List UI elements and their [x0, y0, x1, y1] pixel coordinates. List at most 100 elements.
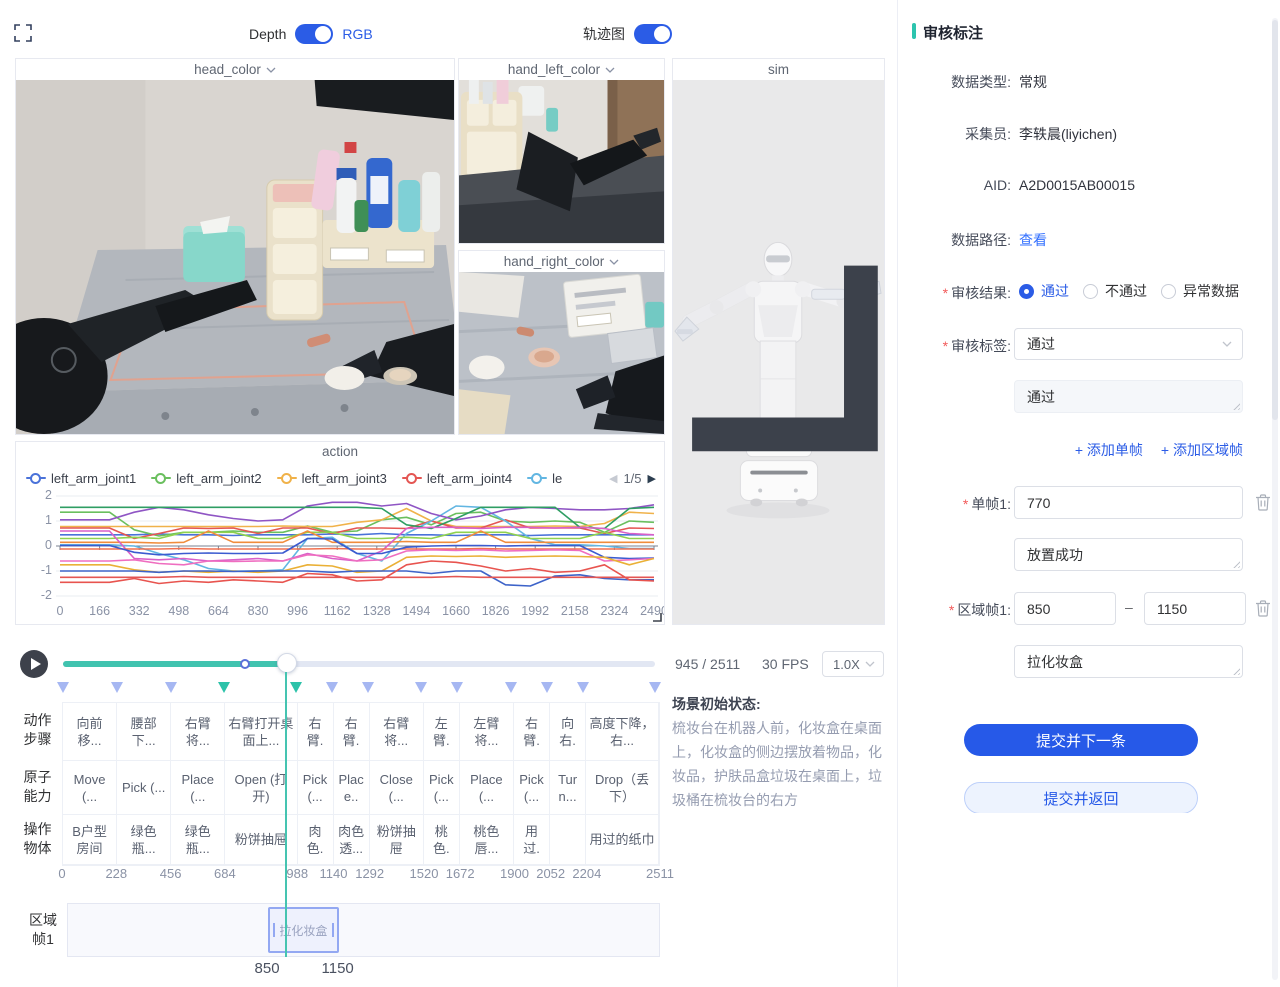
steps-table-cell-object-6[interactable]: 粉饼抽屉	[370, 815, 424, 865]
legend-item-left_arm_joint1[interactable]: left_arm_joint1	[26, 471, 136, 486]
segment-left-handle[interactable]	[273, 923, 275, 937]
steps-table-cell-object-5[interactable]: 肉色透...	[334, 815, 370, 865]
steps-table-cell-ability-9[interactable]: Pick (...	[514, 761, 550, 815]
steps-table-cell-step-1[interactable]: 腰部下...	[117, 703, 171, 761]
legend-item-left_arm_joint3[interactable]: left_arm_joint3	[277, 471, 387, 486]
fullscreen-icon[interactable]	[14, 24, 32, 42]
x-tick-label: 1660	[442, 604, 470, 618]
timeline-marker-988[interactable]	[290, 682, 302, 693]
legend-label: left_arm_joint2	[176, 471, 261, 486]
timeline-marker-1900[interactable]	[505, 682, 517, 693]
steps-table-cell-object-11[interactable]: 用过的纸巾	[586, 815, 659, 865]
trajectory-toggle[interactable]	[634, 24, 672, 44]
radio-option-通过[interactable]: 通过	[1019, 281, 1069, 301]
legend-item-le[interactable]: le	[527, 471, 562, 486]
steps-table-cell-step-4[interactable]: 右臂.	[298, 703, 334, 761]
submit-next-button[interactable]: 提交并下一条	[964, 724, 1198, 756]
steps-table-cell-step-8[interactable]: 左臂将...	[460, 703, 514, 761]
steps-table-cell-step-10[interactable]: 向右.	[550, 703, 586, 761]
resize-grip-icon[interactable]	[1231, 666, 1240, 675]
steps-table-cell-ability-0[interactable]: Move (...	[63, 761, 117, 815]
timeline-marker-1140[interactable]	[326, 682, 338, 693]
timeline-marker-1672[interactable]	[451, 682, 463, 693]
resize-handle-icon[interactable]	[673, 80, 882, 622]
steps-table-cell-ability-10[interactable]: Turn...	[550, 761, 586, 815]
steps-table-cell-step-5[interactable]: 右臂.	[334, 703, 370, 761]
steps-table-cell-object-4[interactable]: 肉色.	[298, 815, 334, 865]
single-frame-input[interactable]	[1014, 486, 1243, 519]
steps-table-cell-ability-4[interactable]: Pick (...	[298, 761, 334, 815]
legend-next-icon[interactable]: ▶	[648, 472, 656, 485]
region-start-input[interactable]	[1014, 592, 1116, 625]
hand-left-camera-selector[interactable]: hand_left_color	[459, 59, 664, 80]
single-frame-note-textarea[interactable]: 放置成功	[1014, 538, 1243, 571]
timeline-marker-684[interactable]	[218, 682, 230, 693]
steps-table-cell-step-2[interactable]: 右臂将...	[171, 703, 225, 761]
legend-item-left_arm_joint4[interactable]: left_arm_joint4	[402, 471, 512, 486]
chart-line-series	[60, 556, 654, 572]
timeline-marker-2052[interactable]	[541, 682, 553, 693]
segment-right-handle[interactable]	[332, 923, 334, 937]
steps-table-cell-ability-6[interactable]: Close (...	[370, 761, 424, 815]
radio-label: 不通过	[1105, 281, 1147, 301]
timeline-marker-1292[interactable]	[362, 682, 374, 693]
steps-table-cell-object-7[interactable]: 桃色.	[424, 815, 460, 865]
steps-table-cell-ability-5[interactable]: Place..	[334, 761, 370, 815]
frame-counter: 945 / 2511	[675, 656, 740, 672]
steps-table-cell-object-9[interactable]: 用过.	[514, 815, 550, 865]
resize-grip-icon[interactable]	[1231, 401, 1240, 410]
review-tag-note-textarea[interactable]: 通过	[1014, 380, 1243, 413]
play-icon	[31, 658, 41, 670]
hand-right-camera-selector[interactable]: hand_right_color	[459, 251, 664, 272]
add-region-frame-link[interactable]: + 添加区域帧	[1161, 440, 1243, 460]
play-button[interactable]	[20, 650, 48, 678]
head-camera-selector[interactable]: head_color	[16, 59, 454, 80]
scrollbar-thumb[interactable]	[1272, 20, 1278, 420]
timeline-marker-0[interactable]	[57, 682, 69, 693]
legend-prev-icon[interactable]: ◀	[609, 472, 617, 485]
resize-grip-icon[interactable]	[1231, 559, 1240, 568]
resize-handle-icon[interactable]	[652, 612, 662, 622]
add-single-frame-link[interactable]: + 添加单帧	[1075, 440, 1143, 460]
single-frame-marker-dot[interactable]	[240, 659, 250, 669]
delete-single-frame-icon[interactable]	[1255, 494, 1271, 511]
steps-table-cell-object-8[interactable]: 桃色唇...	[460, 815, 514, 865]
delete-region-frame-icon[interactable]	[1255, 600, 1271, 617]
steps-table-cell-step-11[interactable]: 高度下降，右...	[586, 703, 659, 761]
steps-table-cell-ability-1[interactable]: Pick (...	[117, 761, 171, 815]
depth-rgb-toggle[interactable]	[295, 24, 333, 44]
radio-option-异常数据[interactable]: 异常数据	[1161, 281, 1239, 301]
timeline-marker-2511[interactable]	[649, 682, 661, 693]
region-note-textarea[interactable]: 拉化妆盒	[1014, 645, 1243, 678]
radio-circle-icon	[1019, 284, 1034, 299]
steps-table-cell-step-7[interactable]: 左臂.	[424, 703, 460, 761]
region-end-input[interactable]	[1144, 592, 1246, 625]
timeline-slider-handle[interactable]	[277, 653, 297, 673]
region-frame-track[interactable]: 拉化妆盒	[67, 903, 660, 957]
region-segment[interactable]: 拉化妆盒	[268, 907, 339, 953]
steps-table-cell-step-9[interactable]: 右臂.	[514, 703, 550, 761]
steps-table-cell-ability-2[interactable]: Place (...	[171, 761, 225, 815]
data-path-view-link[interactable]: 查看	[1019, 230, 1047, 250]
steps-table-cell-ability-8[interactable]: Place (...	[460, 761, 514, 815]
steps-table-cell-step-6[interactable]: 右臂将...	[370, 703, 424, 761]
submit-return-button[interactable]: 提交并返回	[964, 782, 1198, 813]
timeline-marker-456[interactable]	[165, 682, 177, 693]
steps-table-cell-ability-11[interactable]: Drop（丢下）	[586, 761, 659, 815]
legend-item-left_arm_joint2[interactable]: left_arm_joint2	[151, 471, 261, 486]
legend-circle	[406, 473, 417, 484]
steps-table-cell-step-0[interactable]: 向前移...	[63, 703, 117, 761]
steps-table-cell-object-10[interactable]	[550, 815, 586, 865]
steps-table-cell-object-0[interactable]: B户型房间	[63, 815, 117, 865]
panel-scrollbar[interactable]	[1272, 18, 1278, 980]
timeline-marker-1520[interactable]	[415, 682, 427, 693]
timeline-marker-228[interactable]	[111, 682, 123, 693]
radio-option-不通过[interactable]: 不通过	[1083, 281, 1147, 301]
review-tag-select[interactable]: 通过	[1014, 328, 1243, 360]
playback-speed-select[interactable]: 1.0X	[822, 651, 884, 677]
sim-label-header: sim	[673, 59, 884, 80]
steps-table-cell-object-2[interactable]: 绿色瓶...	[171, 815, 225, 865]
steps-table-cell-ability-7[interactable]: Pick (...	[424, 761, 460, 815]
timeline-marker-2204[interactable]	[577, 682, 589, 693]
steps-table-cell-object-1[interactable]: 绿色瓶...	[117, 815, 171, 865]
